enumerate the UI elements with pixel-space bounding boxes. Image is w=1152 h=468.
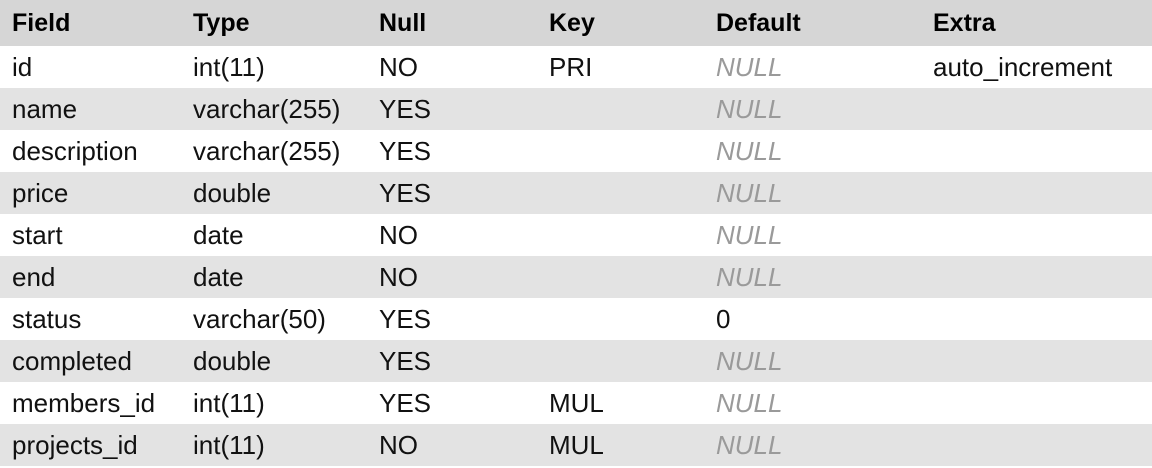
cell-default: NULL: [716, 93, 783, 124]
cell-type: int(11): [193, 387, 265, 418]
cell-extra: [933, 88, 1148, 130]
cell-null: YES: [379, 387, 432, 418]
cell-field: description: [12, 135, 138, 166]
cell-key: [549, 130, 709, 172]
cell-null: NO: [379, 51, 418, 82]
table-row[interactable]: name varchar(255) YES NULL: [0, 88, 1152, 130]
column-header-type[interactable]: Type: [193, 0, 373, 46]
cell-extra: [933, 340, 1148, 382]
table-row[interactable]: end date NO NULL: [0, 256, 1152, 298]
cell-key: [549, 172, 709, 214]
cell-field: members_id: [12, 387, 156, 418]
table-row[interactable]: status varchar(50) YES 0: [0, 298, 1152, 340]
cell-type: varchar(255): [193, 135, 341, 166]
cell-null: YES: [379, 303, 432, 334]
cell-type: date: [193, 219, 244, 250]
cell-field: projects_id: [12, 429, 138, 460]
cell-extra: [933, 214, 1148, 256]
cell-field: name: [12, 93, 78, 124]
table-row[interactable]: price double YES NULL: [0, 172, 1152, 214]
column-header-null[interactable]: Null: [379, 0, 544, 46]
cell-field: completed: [12, 345, 132, 376]
cell-null: NO: [379, 429, 418, 460]
cell-field: status: [12, 303, 82, 334]
cell-default: NULL: [716, 177, 783, 208]
cell-default: NULL: [716, 429, 783, 460]
cell-field: price: [12, 177, 69, 208]
table-header: Field Type Null Key Default Extra: [0, 0, 1152, 46]
cell-key: MUL: [549, 387, 604, 418]
cell-null: YES: [379, 93, 432, 124]
cell-null: YES: [379, 135, 432, 166]
cell-extra: [933, 298, 1148, 340]
cell-default: NULL: [716, 345, 783, 376]
cell-null: NO: [379, 219, 418, 250]
column-header-extra[interactable]: Extra: [933, 0, 1148, 46]
column-header-key[interactable]: Key: [549, 0, 709, 46]
table-row[interactable]: projects_id int(11) NO MUL NULL: [0, 424, 1152, 466]
cell-key: MUL: [549, 429, 604, 460]
cell-default: NULL: [716, 219, 783, 250]
cell-default: NULL: [716, 261, 783, 292]
cell-extra: [933, 256, 1148, 298]
cell-type: double: [193, 345, 272, 376]
table-row[interactable]: completed double YES NULL: [0, 340, 1152, 382]
table-row[interactable]: description varchar(255) YES NULL: [0, 130, 1152, 172]
cell-null: YES: [379, 345, 432, 376]
table-row[interactable]: members_id int(11) YES MUL NULL: [0, 382, 1152, 424]
cell-field: id: [12, 51, 33, 82]
cell-type: int(11): [193, 429, 265, 460]
cell-null: YES: [379, 177, 432, 208]
cell-extra: [933, 382, 1148, 424]
cell-key: [549, 256, 709, 298]
column-header-default[interactable]: Default: [716, 0, 926, 46]
cell-key: [549, 298, 709, 340]
table-structure: Field Type Null Key Default Extra id int(…: [0, 0, 1152, 468]
cell-key: [549, 88, 709, 130]
table-row[interactable]: start date NO NULL: [0, 214, 1152, 256]
cell-extra: [933, 172, 1148, 214]
column-header-field[interactable]: Field: [12, 0, 187, 46]
cell-type: int(11): [193, 51, 265, 82]
cell-default: NULL: [716, 387, 783, 418]
table-row[interactable]: id int(11) NO PRI NULL auto_increment: [0, 46, 1152, 88]
cell-default: 0: [716, 303, 731, 334]
cell-key: PRI: [549, 51, 593, 82]
cell-default: NULL: [716, 51, 783, 82]
cell-type: date: [193, 261, 244, 292]
cell-null: NO: [379, 261, 418, 292]
cell-type: double: [193, 177, 272, 208]
cell-type: varchar(50): [193, 303, 326, 334]
cell-extra: [933, 424, 1148, 466]
cell-key: [549, 214, 709, 256]
cell-field: end: [12, 261, 56, 292]
cell-extra: auto_increment: [933, 51, 1113, 82]
cell-type: varchar(255): [193, 93, 341, 124]
cell-field: start: [12, 219, 63, 250]
cell-extra: [933, 130, 1148, 172]
cell-default: NULL: [716, 135, 783, 166]
cell-key: [549, 340, 709, 382]
